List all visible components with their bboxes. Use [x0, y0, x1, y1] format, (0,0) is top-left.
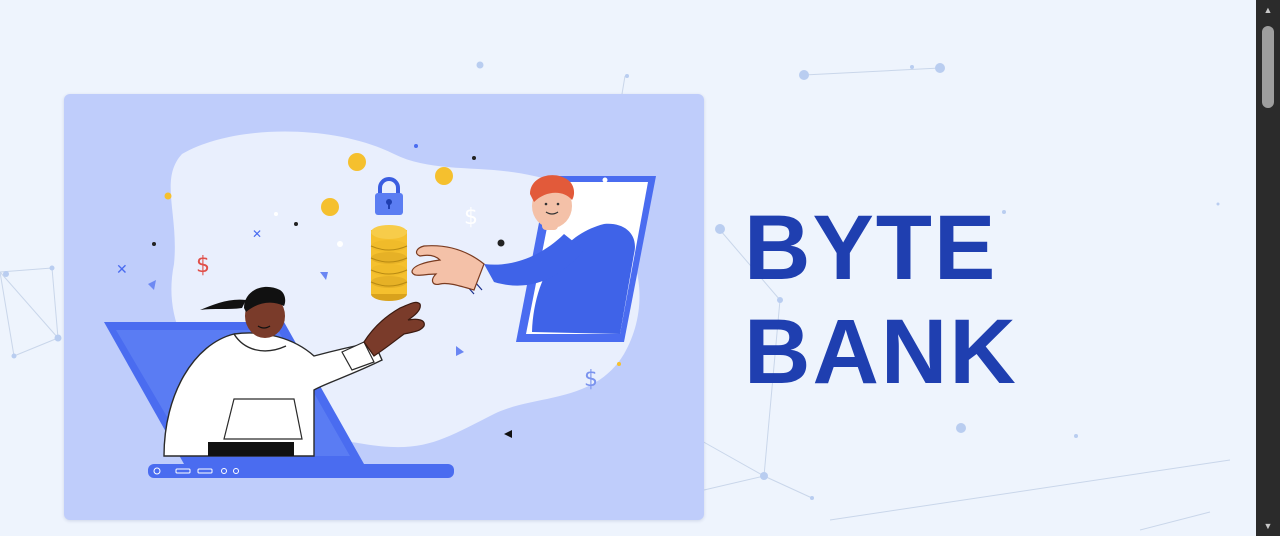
- svg-text:✕: ✕: [116, 262, 128, 278]
- vertical-scrollbar[interactable]: ▲ ▼: [1256, 0, 1280, 536]
- dollar-sign-icon: $: [464, 205, 478, 230]
- coin-stack-icon: [370, 225, 408, 301]
- dollar-sign-icon: $: [196, 253, 210, 278]
- scroll-down-arrow-icon[interactable]: ▼: [1256, 518, 1280, 534]
- scrollbar-thumb[interactable]: [1262, 26, 1274, 108]
- money-transfer-illustration: ✕ ✕ $ $ $: [104, 131, 656, 478]
- scroll-up-arrow-icon[interactable]: ▲: [1256, 2, 1280, 18]
- page: ✕ ✕ $ $ $ BYTE BANK: [0, 0, 1256, 536]
- brand-title-line-1: BYTE: [744, 197, 998, 299]
- brand-title-line-2: BANK: [744, 301, 1018, 403]
- dollar-sign-icon: $: [584, 367, 598, 392]
- svg-text:✕: ✕: [252, 227, 262, 241]
- brand-title: BYTE BANK: [744, 196, 1018, 404]
- hero-illustration-card: ✕ ✕ $ $ $: [64, 94, 704, 520]
